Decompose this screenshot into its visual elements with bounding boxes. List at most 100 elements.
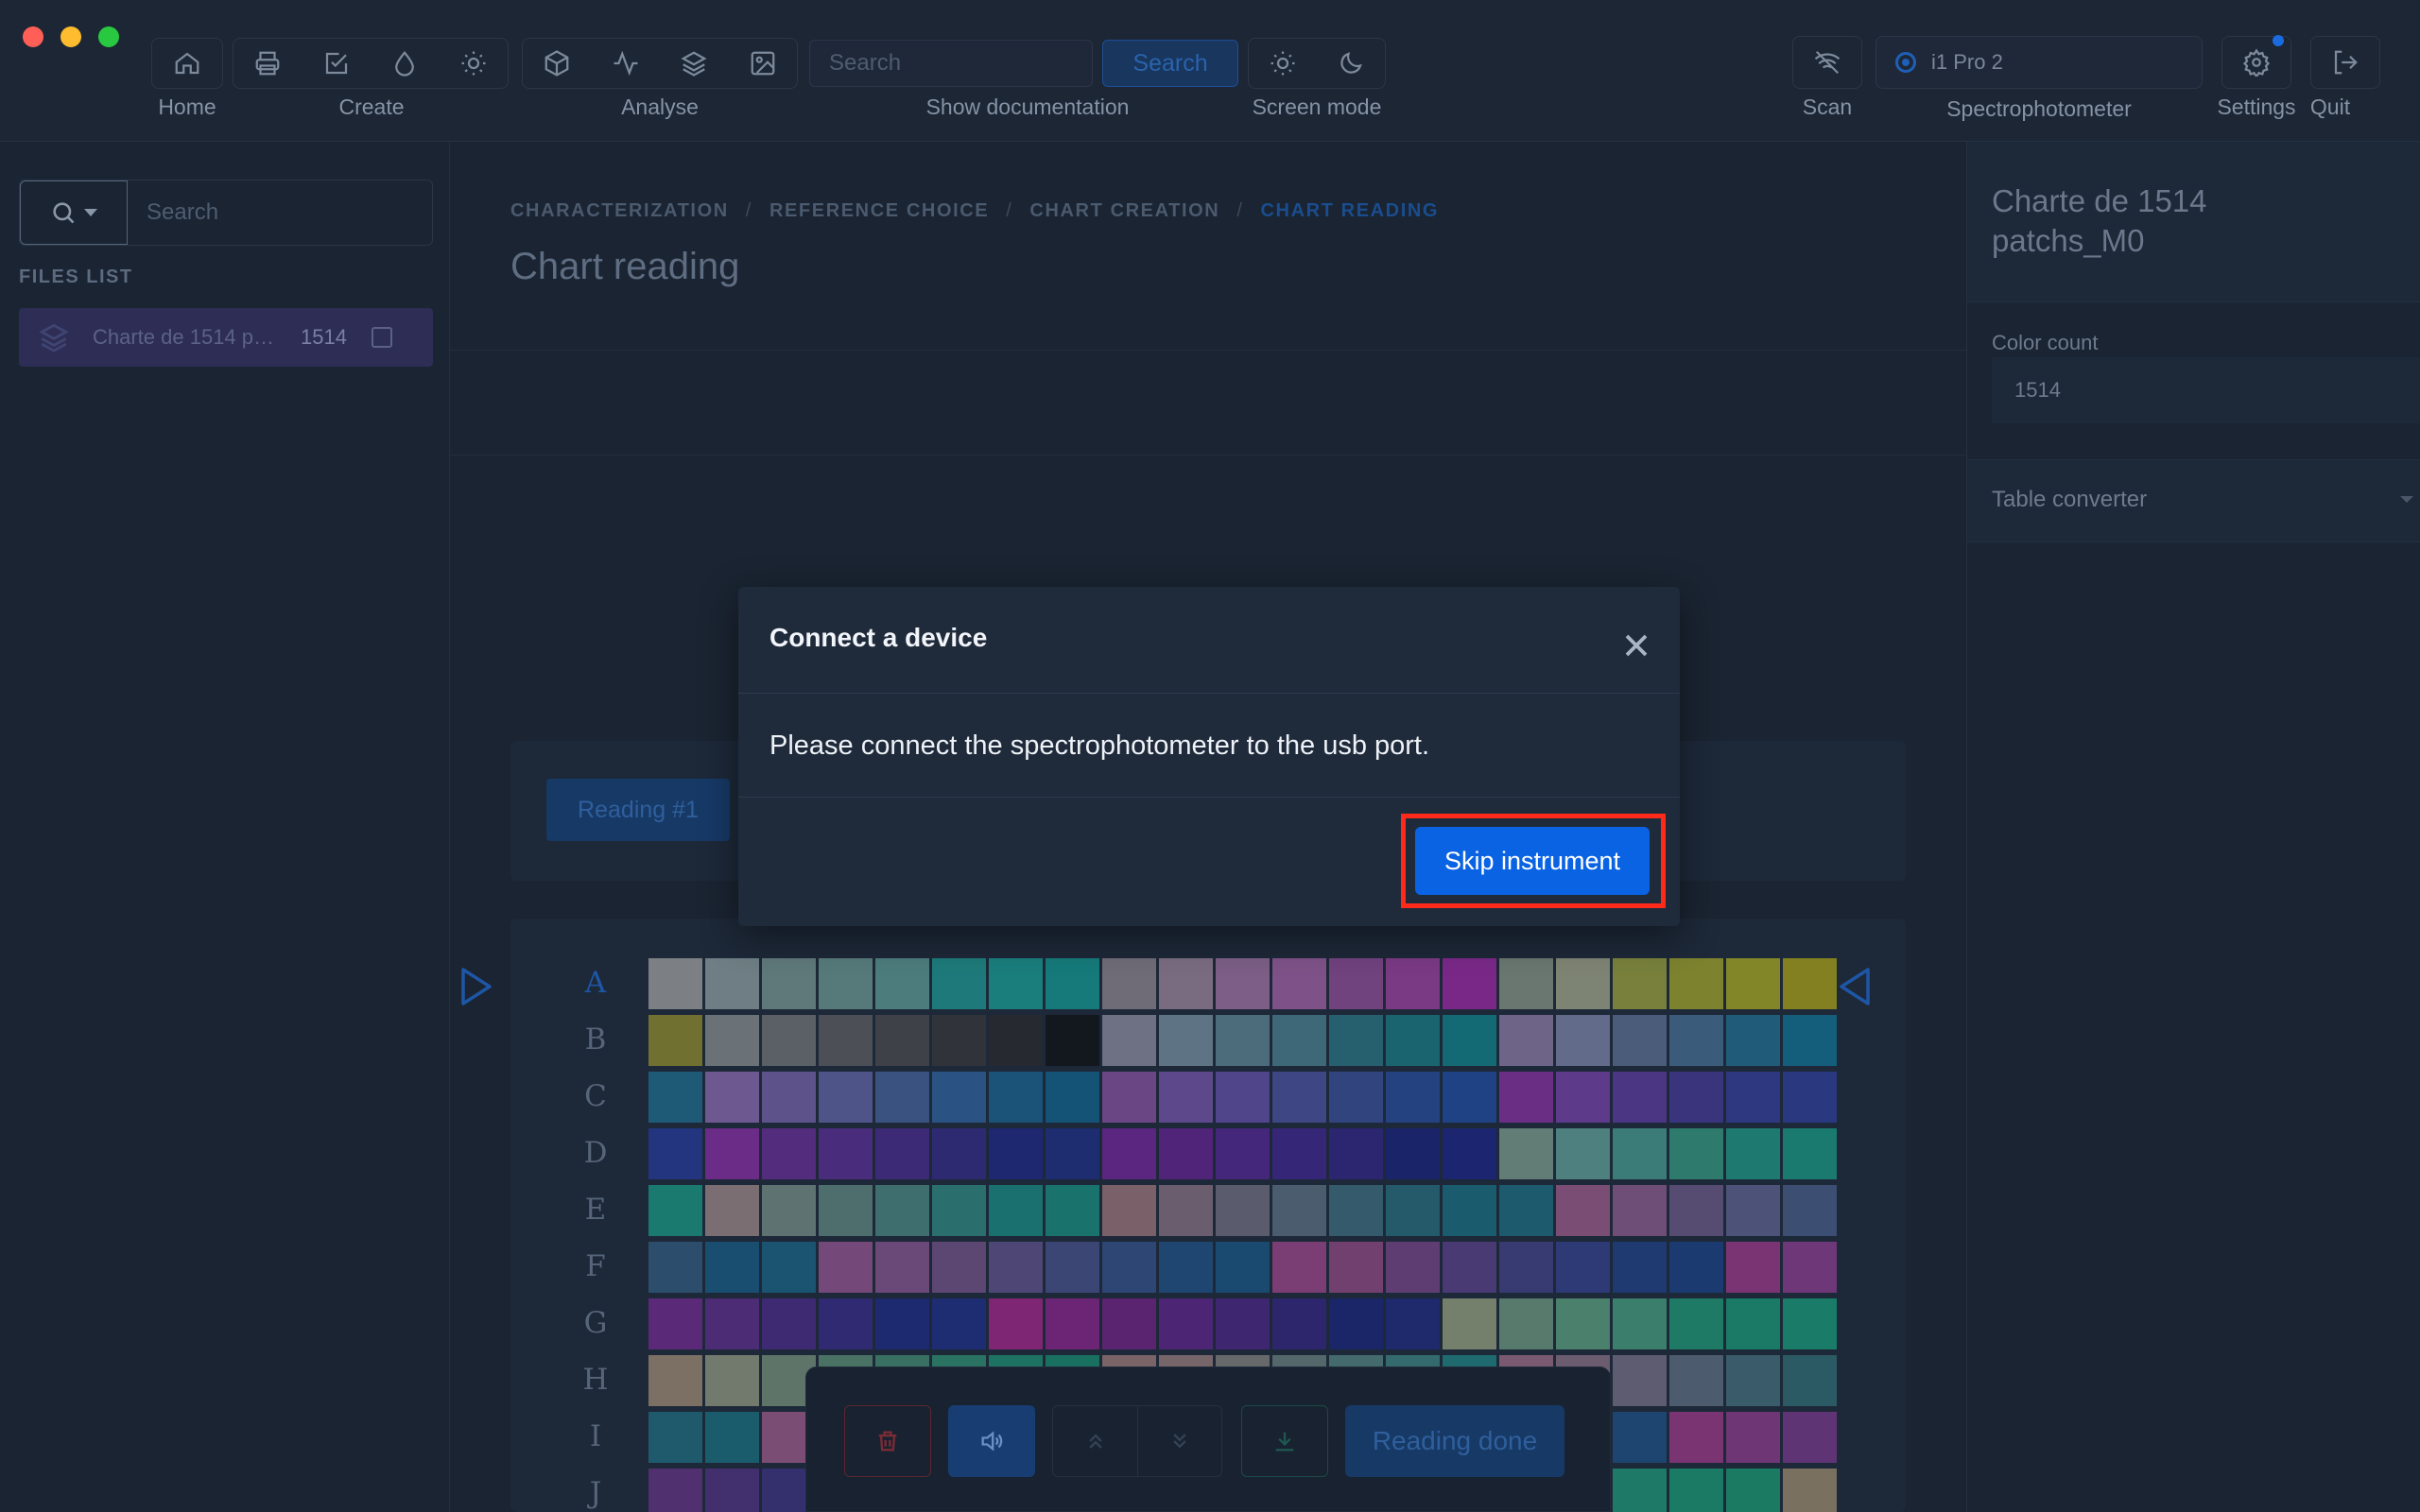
color-patch[interactable] (1386, 1185, 1440, 1236)
curve-button[interactable] (602, 40, 649, 87)
color-patch[interactable] (1726, 1469, 1780, 1512)
color-patch[interactable] (1159, 1072, 1213, 1123)
breadcrumb-chart-creation[interactable]: CHART CREATION (1029, 200, 1219, 222)
color-patch[interactable] (705, 1072, 759, 1123)
color-patch[interactable] (648, 1355, 702, 1406)
color-patch[interactable] (875, 1242, 929, 1293)
color-patch[interactable] (1613, 1355, 1667, 1406)
color-patch[interactable] (1556, 1242, 1610, 1293)
color-patch[interactable] (648, 1015, 702, 1066)
color-patch[interactable] (819, 1185, 873, 1236)
color-patch[interactable] (1216, 1072, 1270, 1123)
color-patch[interactable] (1613, 1185, 1667, 1236)
color-patch[interactable] (1329, 1185, 1383, 1236)
quit-button[interactable] (2322, 39, 2369, 86)
breadcrumb-characterization[interactable]: CHARACTERIZATION (510, 200, 729, 222)
color-patch[interactable] (648, 1185, 702, 1236)
color-patch[interactable] (1159, 1128, 1213, 1179)
color-patch[interactable] (648, 958, 702, 1009)
color-patch[interactable] (1499, 1298, 1553, 1349)
breadcrumb-reference-choice[interactable]: REFERENCE CHOICE (769, 200, 989, 222)
color-patch[interactable] (1499, 1072, 1553, 1123)
color-patch[interactable] (1556, 1015, 1610, 1066)
color-patch[interactable] (1329, 1242, 1383, 1293)
color-patch[interactable] (989, 1128, 1043, 1179)
color-patch[interactable] (1159, 1015, 1213, 1066)
color-patch[interactable] (875, 1298, 929, 1349)
color-patch[interactable] (989, 1185, 1043, 1236)
color-patch[interactable] (1613, 1072, 1667, 1123)
color-patch[interactable] (705, 1298, 759, 1349)
color-patch[interactable] (875, 958, 929, 1009)
color-patch[interactable] (1726, 1412, 1780, 1463)
color-patch[interactable] (1329, 1072, 1383, 1123)
print-button[interactable] (244, 40, 291, 87)
color-patch[interactable] (1556, 1128, 1610, 1179)
delete-reading-button[interactable] (844, 1405, 931, 1477)
color-patch[interactable] (705, 958, 759, 1009)
color-patch[interactable] (648, 1072, 702, 1123)
color-patch[interactable] (1499, 958, 1553, 1009)
color-patch[interactable] (762, 958, 816, 1009)
color-patch[interactable] (1102, 1128, 1156, 1179)
color-patch[interactable] (1443, 1242, 1496, 1293)
color-patch[interactable] (1386, 1298, 1440, 1349)
color-patch[interactable] (932, 958, 986, 1009)
color-patch[interactable] (762, 1072, 816, 1123)
color-patch[interactable] (705, 1128, 759, 1179)
color-patch[interactable] (1726, 1242, 1780, 1293)
color-patch[interactable] (1783, 1185, 1837, 1236)
color-patch[interactable] (1669, 1185, 1723, 1236)
layers-button[interactable] (670, 40, 717, 87)
color-patch[interactable] (1159, 958, 1213, 1009)
color-patch[interactable] (1499, 1185, 1553, 1236)
color-patch[interactable] (1556, 958, 1610, 1009)
color-patch[interactable] (1669, 1128, 1723, 1179)
color-patch[interactable] (1272, 1242, 1326, 1293)
color-patch[interactable] (1499, 1015, 1553, 1066)
color-patch[interactable] (1046, 1242, 1099, 1293)
settings-button[interactable] (2233, 35, 2284, 86)
color-patch[interactable] (1216, 1185, 1270, 1236)
color-patch[interactable] (1272, 1185, 1326, 1236)
color-patch[interactable] (648, 1412, 702, 1463)
color-patch[interactable] (1159, 1242, 1213, 1293)
color-patch[interactable] (705, 1469, 759, 1512)
color-patch[interactable] (1669, 1298, 1723, 1349)
color-patch[interactable] (1783, 1355, 1837, 1406)
color-patch[interactable] (819, 1298, 873, 1349)
color-patch[interactable] (1783, 1072, 1837, 1123)
color-patch[interactable] (932, 1298, 986, 1349)
light-button[interactable] (450, 40, 497, 87)
color-patch[interactable] (762, 1298, 816, 1349)
color-patch[interactable] (1726, 1185, 1780, 1236)
color-patch[interactable] (819, 1242, 873, 1293)
edit-button[interactable] (313, 40, 360, 87)
color-patch[interactable] (1046, 1072, 1099, 1123)
color-patch[interactable] (648, 1469, 702, 1512)
image-button[interactable] (739, 40, 786, 87)
color-patch[interactable] (1443, 1298, 1496, 1349)
color-patch[interactable] (1783, 1128, 1837, 1179)
color-patch[interactable] (1443, 1185, 1496, 1236)
documentation-search-input[interactable]: Search (809, 40, 1093, 87)
color-patch[interactable] (1102, 1072, 1156, 1123)
reading-tab[interactable]: Reading #1 (546, 779, 730, 841)
color-patch[interactable] (1272, 1015, 1326, 1066)
color-patch[interactable] (1272, 1072, 1326, 1123)
color-patch[interactable] (819, 958, 873, 1009)
color-patch[interactable] (1726, 1015, 1780, 1066)
scan-button[interactable] (1804, 39, 1851, 86)
color-patch[interactable] (819, 1128, 873, 1179)
color-patch[interactable] (1046, 1298, 1099, 1349)
color-patch[interactable] (1102, 1298, 1156, 1349)
color-patch[interactable] (705, 1412, 759, 1463)
next-row-button[interactable] (1137, 1406, 1221, 1476)
color-patch[interactable] (1102, 1015, 1156, 1066)
color-patch[interactable] (932, 1015, 986, 1066)
color-patch[interactable] (989, 1015, 1043, 1066)
color-patch[interactable] (762, 1185, 816, 1236)
color-patch[interactable] (819, 1015, 873, 1066)
color-patch[interactable] (1726, 958, 1780, 1009)
color-patch[interactable] (932, 1242, 986, 1293)
